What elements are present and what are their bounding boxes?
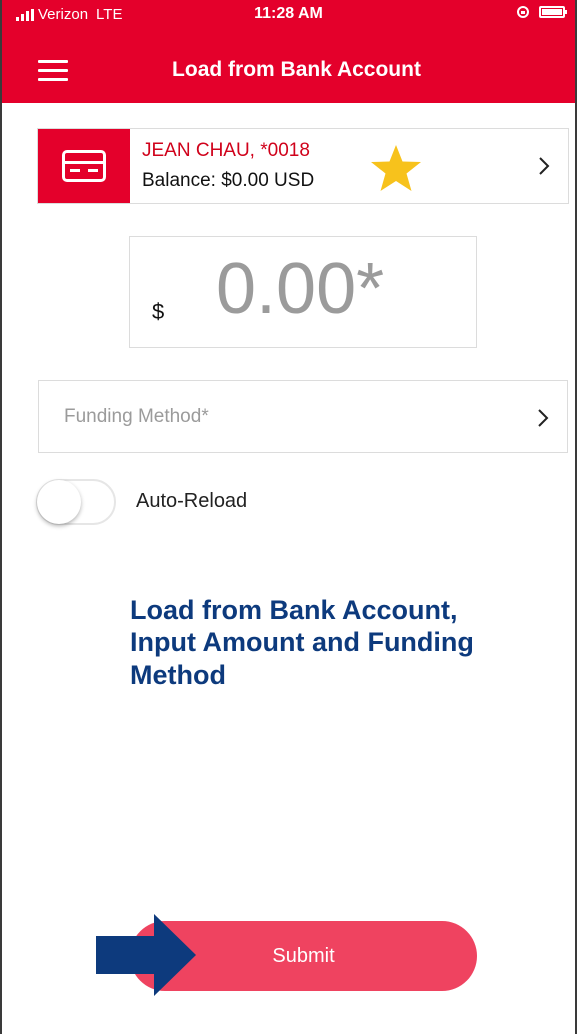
auto-reload-toggle[interactable] bbox=[36, 479, 116, 525]
card-icon-box bbox=[38, 129, 130, 203]
battery-icon bbox=[539, 6, 567, 18]
app-header: Verizon LTE 11:28 AM Load from Bank Acco… bbox=[2, 0, 575, 103]
account-selector[interactable]: JEAN CHAU, *0018 Balance: $0.00 USD bbox=[37, 128, 569, 204]
amount-value: 0.00* bbox=[216, 249, 385, 329]
account-balance: Balance: $0.00 USD bbox=[142, 170, 315, 191]
status-bar: Verizon LTE 11:28 AM bbox=[2, 0, 575, 30]
phone-screen: Verizon LTE 11:28 AM Load from Bank Acco… bbox=[0, 0, 577, 1034]
orientation-lock-icon bbox=[517, 6, 529, 18]
arrow-right-icon bbox=[96, 914, 196, 996]
status-right bbox=[517, 6, 567, 18]
currency-symbol: $ bbox=[152, 299, 165, 324]
chevron-right-icon bbox=[538, 409, 549, 427]
amount-input[interactable]: $ 0.00* bbox=[129, 236, 477, 348]
instruction-annotation: Load from Bank Account, Input Amount and… bbox=[130, 595, 474, 690]
funding-method-placeholder: Funding Method* bbox=[64, 406, 209, 427]
funding-method-selector[interactable]: Funding Method* bbox=[38, 380, 568, 453]
auto-reload-label: Auto-Reload bbox=[136, 490, 248, 512]
status-time: 11:28 AM bbox=[254, 5, 323, 22]
toggle-knob bbox=[37, 480, 81, 524]
star-icon bbox=[371, 145, 421, 191]
account-name: JEAN CHAU, *0018 bbox=[142, 140, 310, 161]
page-title: Load from Bank Account bbox=[172, 58, 421, 81]
chevron-right-icon bbox=[539, 157, 550, 175]
credit-card-icon bbox=[62, 150, 106, 182]
